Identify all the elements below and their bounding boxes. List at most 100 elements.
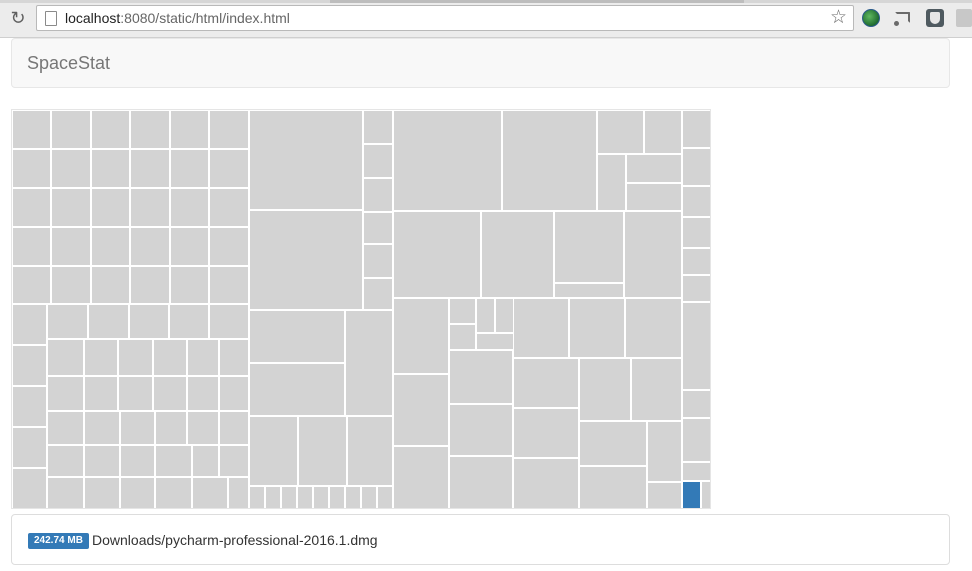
treemap-cell[interactable] [249,210,363,310]
treemap-cell[interactable] [153,339,187,376]
treemap-cell[interactable] [298,416,347,486]
treemap-cell[interactable] [12,149,51,188]
reload-icon[interactable]: ↻ [8,8,28,28]
treemap-cell[interactable] [187,376,219,411]
treemap-cell[interactable] [329,486,345,508]
treemap-cell[interactable] [187,411,219,445]
treemap-cell[interactable] [345,486,361,508]
treemap-cell[interactable] [626,154,682,183]
treemap-cell[interactable] [12,227,51,266]
treemap-cell[interactable] [579,358,631,421]
treemap-cell[interactable] [597,110,644,154]
treemap-cell[interactable] [209,149,249,188]
treemap-cell[interactable] [625,298,682,358]
treemap-cell[interactable] [597,154,626,211]
treemap-cell[interactable] [130,188,170,227]
treemap-cell[interactable] [170,188,209,227]
treemap-cell[interactable] [169,304,209,339]
treemap-cell[interactable] [51,227,91,266]
treemap-cell[interactable] [393,110,502,211]
treemap-cell[interactable] [249,363,345,416]
treemap-cell[interactable] [631,358,682,421]
settings-extension-icon[interactable] [956,9,972,27]
treemap-cell[interactable] [393,374,449,446]
treemap-cell[interactable] [347,416,393,486]
treemap-cell[interactable] [363,244,393,278]
star-icon[interactable]: ☆ [830,8,847,28]
treemap-cell[interactable] [91,266,130,304]
treemap-cell[interactable] [120,477,155,508]
treemap-cell[interactable] [209,227,249,266]
treemap-cell[interactable] [281,486,297,508]
treemap-cell[interactable] [644,110,682,154]
treemap-cell[interactable] [209,304,249,339]
treemap-cell[interactable] [170,149,209,188]
treemap-cell[interactable] [170,110,209,149]
treemap-cell[interactable] [91,227,130,266]
treemap-cell[interactable] [579,466,647,508]
treemap-cell[interactable] [701,481,710,508]
treemap-cell[interactable] [12,266,51,304]
treemap-cell[interactable] [569,298,625,358]
treemap-cell[interactable] [47,376,84,411]
treemap-cell[interactable] [228,477,249,508]
treemap-cell[interactable] [51,110,91,149]
treemap-cell[interactable] [88,304,129,339]
treemap-cell[interactable] [192,445,219,477]
treemap-cell[interactable] [249,110,363,210]
treemap-cell[interactable] [554,283,624,298]
active-tab[interactable] [330,0,744,3]
treemap-cell-selected[interactable] [682,481,701,508]
treemap-cell[interactable] [120,411,155,445]
treemap-cell[interactable] [249,416,298,486]
treemap-cell[interactable] [449,298,476,324]
treemap-cell[interactable] [91,110,130,149]
treemap-cell[interactable] [51,188,91,227]
treemap-cell[interactable] [219,445,249,477]
url-text[interactable]: localhost:8080/static/html/index.html [65,10,290,27]
treemap-cell[interactable] [84,376,118,411]
treemap-cell[interactable] [120,445,155,477]
treemap-cell[interactable] [297,486,313,508]
treemap-cell[interactable] [682,248,710,275]
treemap-cell[interactable] [47,445,84,477]
treemap-cell[interactable] [153,376,187,411]
treemap-cell[interactable] [219,376,249,411]
treemap-cell[interactable] [47,304,88,339]
treemap-cell[interactable] [579,421,647,466]
address-bar[interactable]: localhost:8080/static/html/index.html ☆ [36,5,854,31]
treemap-cell[interactable] [554,211,624,283]
treemap-cell[interactable] [345,310,393,416]
shield-extension-icon[interactable] [926,9,944,27]
treemap-cell[interactable] [513,458,579,508]
treemap-cell[interactable] [449,456,513,508]
treemap-cell[interactable] [682,148,710,186]
treemap-cell[interactable] [476,298,495,333]
treemap-cell[interactable] [363,110,393,144]
treemap-cell[interactable] [12,386,47,427]
treemap-cell[interactable] [682,302,710,390]
treemap-cell[interactable] [393,298,449,374]
treemap-cell[interactable] [249,486,265,508]
treemap-cell[interactable] [647,421,682,482]
treemap-cell[interactable] [84,339,118,376]
brand-link[interactable]: SpaceStat [27,53,110,73]
treemap-cell[interactable] [495,298,514,333]
treemap-cell[interactable] [118,339,153,376]
treemap-cell[interactable] [155,477,192,508]
treemap-cell[interactable] [209,110,249,149]
treemap-cell[interactable] [187,339,219,376]
treemap-cell[interactable] [84,477,120,508]
treemap-cell[interactable] [12,427,47,468]
treemap-cell[interactable] [249,310,345,363]
treemap-cell[interactable] [130,227,170,266]
treemap-cell[interactable] [12,345,47,386]
treemap-cell[interactable] [209,266,249,304]
treemap-cell[interactable] [377,486,393,508]
treemap-cell[interactable] [393,446,449,508]
treemap-cell[interactable] [91,188,130,227]
treemap-cell[interactable] [361,486,377,508]
treemap-cell[interactable] [12,468,47,508]
treemap-cell[interactable] [363,278,393,310]
treemap-cell[interactable] [12,188,51,227]
